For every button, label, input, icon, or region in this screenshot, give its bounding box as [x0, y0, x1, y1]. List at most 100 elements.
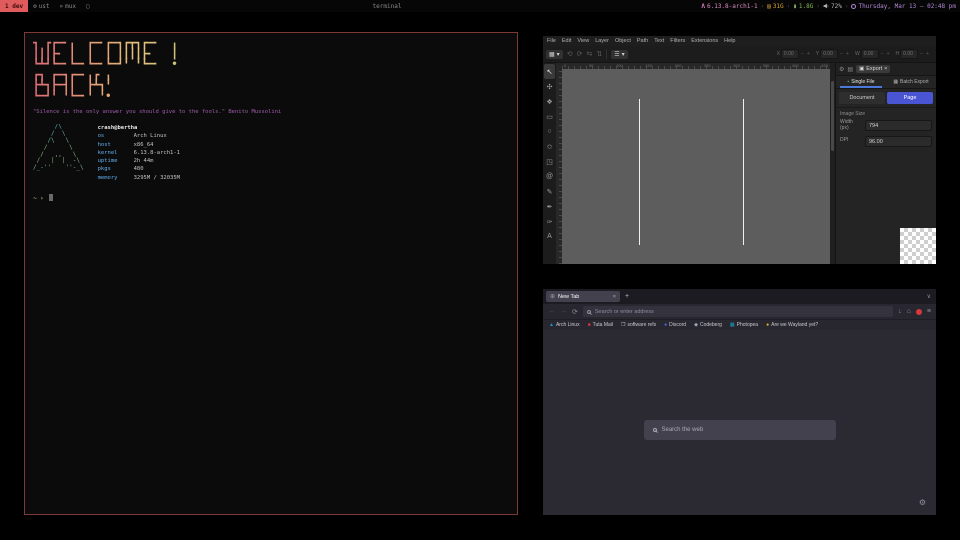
box-3d-tool-icon[interactable]: ◳ [544, 154, 555, 169]
forward-button[interactable]: → [560, 308, 567, 315]
text-tool-icon[interactable]: A [544, 229, 555, 244]
menu-layer[interactable]: Layer [595, 38, 609, 44]
back-button[interactable]: ← [548, 308, 555, 315]
field-x[interactable]: X0.00−+ [777, 49, 811, 59]
bookmark-tuta-mail[interactable]: ■Tuta Mail [588, 322, 613, 328]
tab-batch-export[interactable]: ▦ Batch Export [886, 76, 936, 88]
dpi-input[interactable]: 96.00 [865, 136, 932, 147]
rotate-cw-icon[interactable]: ⟳ [577, 50, 583, 58]
field-label: Y [816, 51, 819, 57]
bookmark-software-refs[interactable]: ❐software refs [621, 322, 656, 328]
shape-builder-tool-icon[interactable]: ❖ [544, 94, 555, 109]
increment-icon[interactable]: + [886, 51, 891, 57]
field-value[interactable]: 0.00 [861, 49, 879, 59]
decrement-icon[interactable]: − [919, 51, 924, 57]
export-dialog-tab[interactable]: ▣ Export × [856, 65, 890, 73]
adblock-extension-icon[interactable] [916, 309, 922, 315]
terminal-window[interactable]: ┓ ┏┏━╸╻ ┏━╸┏━┓┏┳┓┏━╸ ╻ ┃┃┃┣╸ ┃ ┃ ┃ ┃┃┃┃┣… [24, 32, 518, 515]
menu-button[interactable]: ≡ [927, 308, 931, 315]
personalize-gear-icon[interactable]: ⚙ [919, 498, 926, 507]
field-value[interactable]: 0.00 [900, 49, 918, 59]
bookmark-photopea[interactable]: ▦Photopea [730, 322, 758, 328]
tab-single-file[interactable]: ▪ Single File [836, 76, 886, 88]
workspace-mux[interactable]: »mux [55, 0, 81, 12]
menu-path[interactable]: Path [637, 38, 648, 44]
favicon: ▲ [549, 322, 554, 328]
menu-help[interactable]: Help [724, 38, 735, 44]
field-value[interactable]: 0.00 [781, 49, 799, 59]
menu-edit[interactable]: Edit [562, 38, 571, 44]
tab-close-icon[interactable]: × [613, 294, 616, 300]
fetch-value: Arch Linux [134, 133, 167, 139]
align-dropdown[interactable]: ☰ ▾ [611, 50, 627, 59]
url-bar[interactable]: Search or enter address [583, 306, 893, 317]
fetch-value: 6.13.8-arch1-1 [134, 150, 180, 156]
web-search-box[interactable]: Search the web [644, 420, 836, 440]
fetch-row-pkgs: pkgs480 [98, 165, 180, 173]
datetime: Thursday, Mar 13 — 02:48 pm [858, 3, 956, 10]
decrement-icon[interactable]: − [880, 51, 885, 57]
decrement-icon[interactable]: − [800, 51, 805, 57]
field-h[interactable]: H0.00−+ [896, 49, 930, 59]
fetch-key: host [98, 141, 134, 149]
scrollbar-thumb[interactable] [831, 81, 834, 151]
bookmark-label: Arch Linux [556, 322, 580, 328]
favicon: ▦ [730, 322, 735, 328]
close-icon[interactable]: × [884, 66, 887, 72]
list-all-tabs-icon[interactable]: ∨ [927, 293, 933, 300]
home-button[interactable]: ⌂ [907, 308, 911, 315]
rotate-ccw-icon[interactable]: ⟲ [567, 50, 573, 58]
separator: ‹ [761, 3, 765, 10]
bookmark-discord[interactable]: ●Discord [664, 322, 686, 328]
increment-icon[interactable]: + [806, 51, 811, 57]
new-tab-button[interactable]: + [625, 293, 629, 300]
selector-tool-icon[interactable]: ↖ [544, 64, 555, 79]
flip-horizontal-icon[interactable]: ⇆ [586, 50, 592, 58]
pen-tool-icon[interactable]: ✒ [544, 199, 555, 214]
bookmark-arch-linux[interactable]: ▲Arch Linux [549, 322, 580, 328]
spiral-tool-icon[interactable]: @ [544, 169, 555, 184]
selection-mode-button[interactable]: ▦ ▾ [546, 50, 563, 59]
rectangle-tool-icon[interactable]: ▭ [544, 109, 555, 124]
menu-view[interactable]: View [577, 38, 589, 44]
field-value[interactable]: 0.00 [820, 49, 838, 59]
decrement-icon[interactable]: − [839, 51, 844, 57]
image-size-section-label: Image Size [836, 107, 936, 118]
menu-text[interactable]: Text [654, 38, 664, 44]
menu-filters[interactable]: Filters [670, 38, 685, 44]
flip-vertical-icon[interactable]: ⇅ [596, 50, 602, 58]
downloads-button[interactable]: ↓ [898, 308, 902, 315]
width-input[interactable]: 794 [865, 120, 932, 131]
calligraphy-tool-icon[interactable]: ✑ [544, 214, 555, 229]
workspace-1-dev[interactable]: 1 dev [0, 0, 28, 12]
ellipse-tool-icon[interactable]: ○ [544, 124, 555, 139]
menu-object[interactable]: Object [615, 38, 631, 44]
reload-button[interactable]: ⟳ [572, 308, 578, 316]
pencil-tool-icon[interactable]: ✎ [544, 184, 555, 199]
wrench-icon[interactable]: ⚙ [839, 66, 844, 73]
star-tool-icon[interactable]: ✩ [544, 139, 555, 154]
workspace-label: 1 dev [5, 3, 23, 10]
active-tab[interactable]: ⊕ New Tab × [546, 291, 620, 302]
page-button[interactable]: Page [887, 92, 933, 104]
increment-icon[interactable]: + [845, 51, 850, 57]
node-editor-tool-icon[interactable]: ✣ [544, 79, 555, 94]
increment-icon[interactable]: + [925, 51, 930, 57]
fetch-row-uptime: uptime2h 44m [98, 157, 180, 165]
workspace-ust[interactable]: ⚙ust [28, 0, 54, 12]
export-tab-icon: ▣ [859, 66, 864, 72]
menu-extensions[interactable]: Extensions [691, 38, 718, 44]
bookmark-are-we-wayland-yet-[interactable]: ●Are we Wayland yet? [766, 322, 818, 328]
clock-segment: Thursday, Mar 13 — 02:48 pm [851, 3, 956, 10]
menu-file[interactable]: File [547, 38, 556, 44]
bookmark-codeberg[interactable]: ◆Codeberg [694, 322, 722, 328]
field-w[interactable]: W0.00−+ [855, 49, 891, 59]
drawing-canvas[interactable] [562, 69, 830, 264]
workspace-window[interactable]: ▢ [81, 0, 95, 12]
fastfetch-block: /\ / \ /\ \ / \ / ,, \ / | | -\ /_-'' ''… [33, 124, 509, 182]
focused-window-title: terminal [352, 3, 422, 10]
document-button[interactable]: Document [839, 92, 885, 104]
layers-icon[interactable]: ▤ [847, 66, 853, 73]
shell-prompt[interactable]: ~ › [33, 194, 509, 202]
field-y[interactable]: Y0.00−+ [816, 49, 850, 59]
